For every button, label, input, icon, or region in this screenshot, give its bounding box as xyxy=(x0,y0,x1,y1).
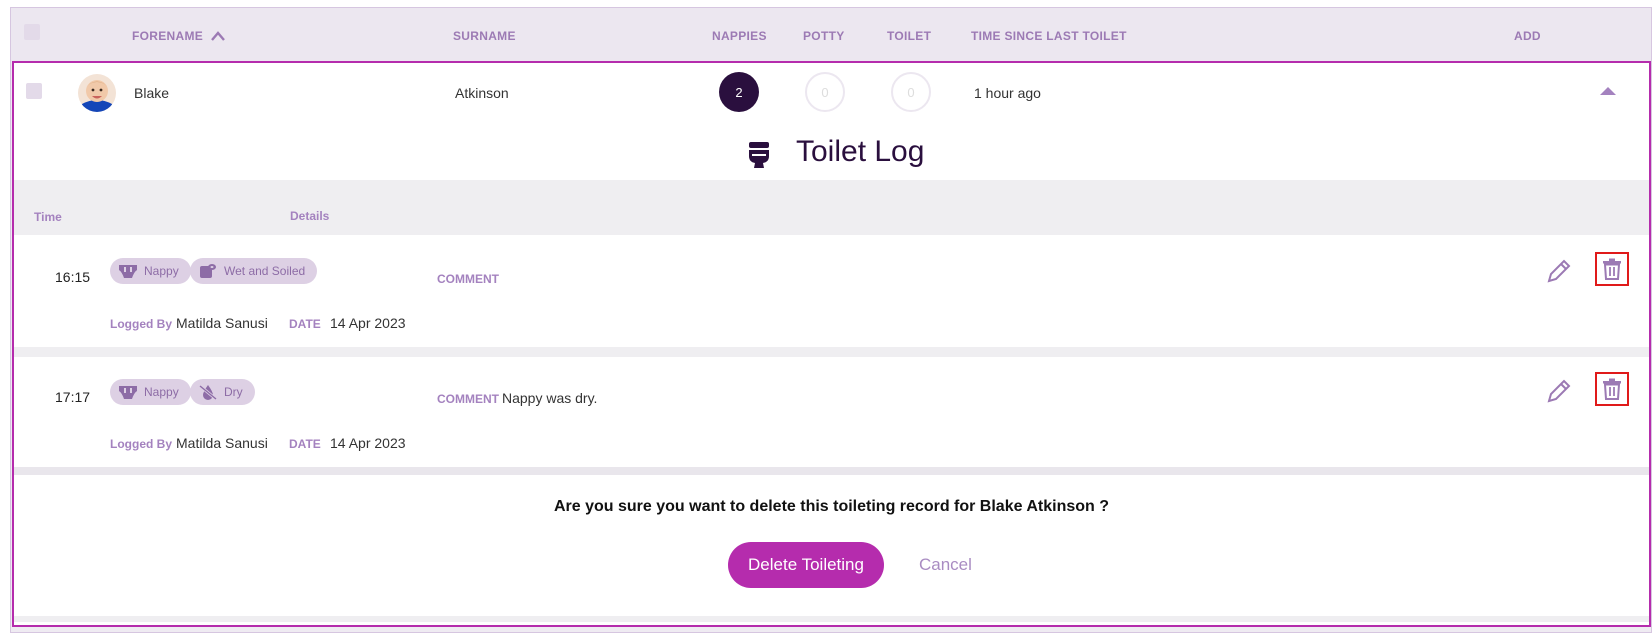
date-label: DATE xyxy=(289,317,321,331)
row-checkbox[interactable] xyxy=(26,83,42,99)
log-entry: 17:17 Nappy Dry COMMENT Nappy was dry. L… xyxy=(14,357,1649,467)
delete-confirmation: Are you sure you want to delete this toi… xyxy=(14,475,1649,600)
log-time-header: Time xyxy=(34,210,62,224)
logged-by-value: Matilda Sanusi xyxy=(176,315,268,331)
date-value: 14 Apr 2023 xyxy=(330,435,406,451)
date-value: 14 Apr 2023 xyxy=(330,315,406,331)
potty-column-header[interactable]: POTTY xyxy=(803,29,845,43)
log-details-header: Details xyxy=(290,209,330,223)
nappies-count-badge[interactable]: 2 xyxy=(719,72,759,112)
dry-tag: Dry xyxy=(190,379,255,405)
comment-label: COMMENT xyxy=(437,392,499,406)
entry-time: 17:17 xyxy=(55,389,91,405)
comment-value: Nappy was dry. xyxy=(502,390,598,406)
pencil-icon[interactable] xyxy=(1545,257,1573,285)
toilet-column-header[interactable]: TOILET xyxy=(887,29,931,43)
log-column-headers: Time Details xyxy=(14,180,1649,235)
toilet-log-heading: Toilet Log xyxy=(14,127,1649,177)
potty-count-badge[interactable]: 0 xyxy=(805,72,845,112)
forename-column-header[interactable]: FORENAME xyxy=(132,29,225,43)
logged-by-label: Logged By xyxy=(110,317,172,331)
toilet-icon xyxy=(749,142,769,168)
collapse-row-icon[interactable] xyxy=(1600,87,1616,95)
surname-column-header[interactable]: SURNAME xyxy=(453,29,516,43)
confirmation-message: Are you sure you want to delete this toi… xyxy=(553,498,1110,515)
avatar[interactable] xyxy=(78,74,116,112)
trash-icon xyxy=(1603,258,1621,280)
select-all-checkbox[interactable] xyxy=(24,24,40,40)
sort-ascending-icon xyxy=(210,31,225,41)
entry-divider xyxy=(14,467,1649,475)
nappy-icon xyxy=(119,386,137,399)
date-label: DATE xyxy=(289,437,321,451)
entry-time: 16:15 xyxy=(55,269,91,285)
toilet-roll-icon xyxy=(200,264,216,278)
nappy-tag: Nappy xyxy=(110,258,191,284)
child-row-expanded: Blake Atkinson 2 0 0 1 hour ago Toilet L… xyxy=(12,61,1651,627)
pencil-icon[interactable] xyxy=(1545,377,1573,405)
time-since-column-header[interactable]: TIME SINCE LAST TOILET xyxy=(971,29,1127,43)
comment-label: COMMENT xyxy=(437,272,499,286)
surname-cell: Atkinson xyxy=(455,85,509,101)
add-column-header: ADD xyxy=(1514,29,1541,43)
toilet-log-title: Toilet Log xyxy=(796,135,925,168)
table-header: FORENAME SURNAME NAPPIES POTTY TOILET TI… xyxy=(11,8,1651,61)
children-table: FORENAME SURNAME NAPPIES POTTY TOILET TI… xyxy=(10,7,1652,633)
nappy-icon xyxy=(119,265,137,278)
delete-entry-button[interactable] xyxy=(1595,252,1629,286)
time-since-cell: 1 hour ago xyxy=(974,85,1041,101)
wet-and-soiled-tag: Wet and Soiled xyxy=(190,258,318,284)
delete-toileting-button[interactable]: Delete Toileting xyxy=(728,542,884,588)
nappy-tag: Nappy xyxy=(110,379,191,405)
entry-divider xyxy=(14,347,1649,357)
cancel-button[interactable]: Cancel xyxy=(919,542,972,588)
forename-cell: Blake xyxy=(134,85,170,101)
nappies-column-header[interactable]: NAPPIES xyxy=(712,29,767,43)
logged-by-value: Matilda Sanusi xyxy=(176,435,268,451)
toilet-count-badge[interactable]: 0 xyxy=(891,72,931,112)
no-water-icon xyxy=(199,384,217,400)
trash-icon xyxy=(1603,378,1621,400)
log-entry: 16:15 Nappy Wet and Soiled COMMENT Logge… xyxy=(14,235,1649,347)
bottom-divider xyxy=(14,616,1649,622)
logged-by-label: Logged By xyxy=(110,437,172,451)
delete-entry-button[interactable] xyxy=(1595,372,1629,406)
